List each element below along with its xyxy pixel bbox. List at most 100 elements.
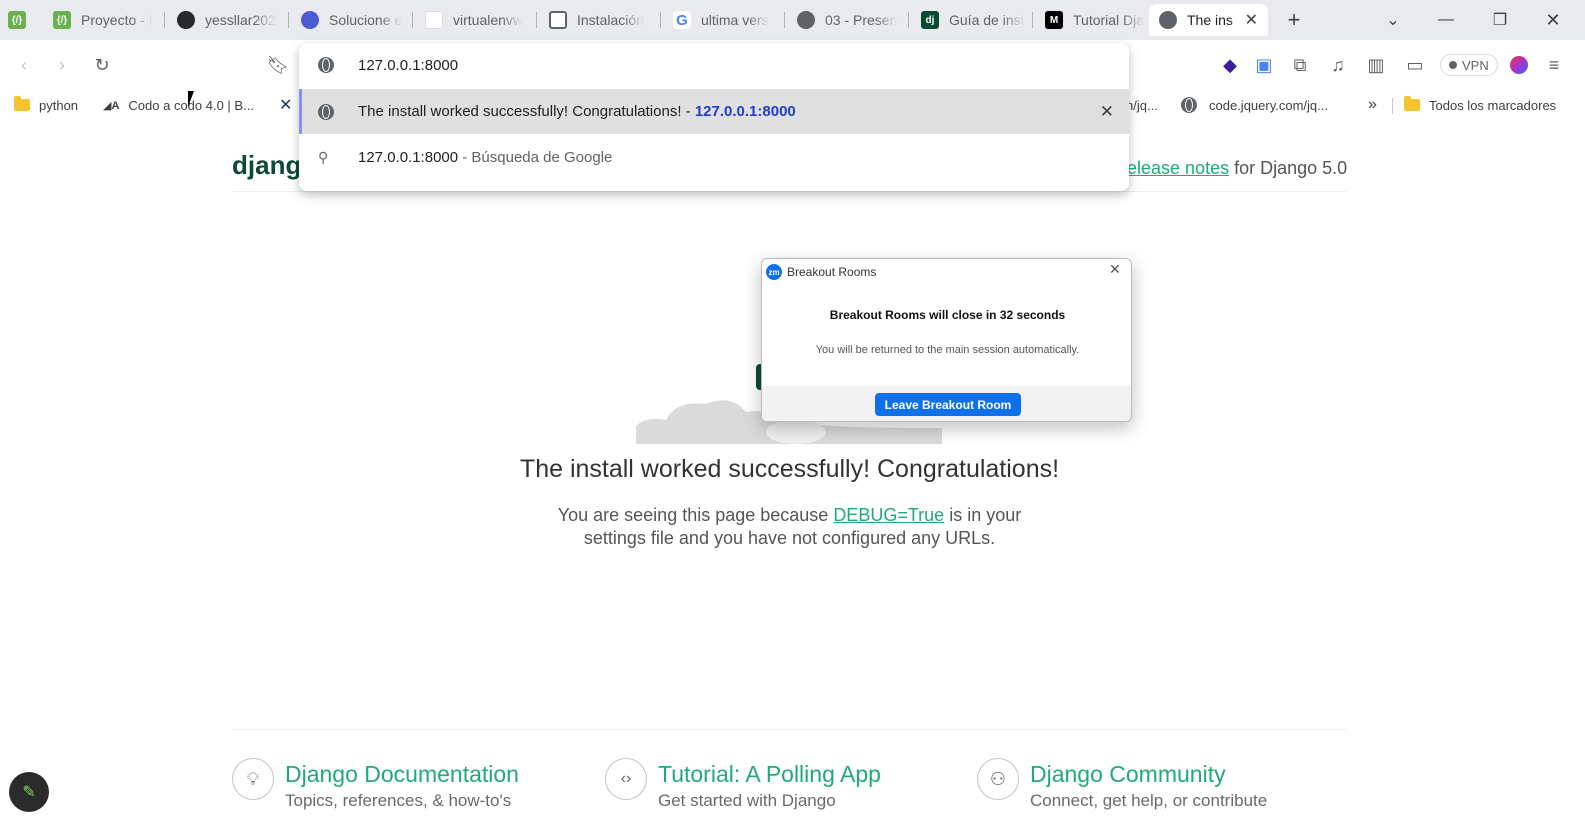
code-brackets-icon: ‹› [605, 758, 647, 800]
tab-google[interactable]: G ultima vers [663, 4, 785, 36]
body-text: You are seeing this page because [557, 505, 834, 525]
bookmark-jq[interactable]: n/jq... [1126, 95, 1158, 115]
wallet-icon[interactable]: ▭ [1401, 51, 1429, 79]
tab-title: Tutorial Dja [1073, 12, 1145, 28]
extension-diamond-icon[interactable]: ◆ [1216, 51, 1244, 79]
bookmark-label: code.jquery.com/jq... [1209, 97, 1328, 113]
tab-strip: {/} {/} Proyecto - I yessllar202 Solucio… [0, 0, 1585, 40]
bookmark-x-icon[interactable]: ✕ [279, 95, 292, 115]
extensions-icon[interactable]: ⧉ [1286, 51, 1314, 79]
tab-guia[interactable]: dj Guía de inst [911, 4, 1033, 36]
code-bracket-icon: {/} [8, 11, 26, 29]
close-tab-icon[interactable]: ✕ [1245, 10, 1258, 30]
card-title[interactable]: Django Documentation [285, 758, 519, 790]
suggestion-url: 127.0.0.1:8000 [694, 103, 796, 120]
folder-icon [14, 96, 30, 111]
globe-icon [318, 103, 334, 120]
restore-button[interactable]: ❐ [1480, 6, 1520, 34]
new-tab-button[interactable]: + [1274, 6, 1314, 34]
card-title[interactable]: Django Community [1030, 758, 1267, 790]
globe-icon [797, 11, 815, 29]
close-window-button[interactable]: ✕ [1533, 6, 1573, 34]
back-icon[interactable]: ‹ [10, 51, 38, 79]
translate-icon[interactable]: ▣ [1250, 51, 1278, 79]
leave-breakout-room-button[interactable]: Leave Breakout Room [875, 393, 1021, 416]
search-query: 127.0.0.1:8000 [358, 148, 459, 166]
tab-title: Solucione e [329, 12, 403, 28]
tab-title: yessllar202 [205, 12, 276, 28]
bookmark-jquery[interactable]: code.jquery.com/jq... [1181, 95, 1328, 115]
tab-instalacion[interactable]: Instalación [539, 4, 661, 36]
codo-icon: ◢A [103, 99, 120, 112]
close-icon[interactable]: ✕ [1109, 261, 1121, 278]
document-icon [549, 11, 567, 29]
breakout-rooms-dialog: zm Breakout Rooms ✕ Breakout Rooms will … [761, 258, 1132, 422]
people-icon: ⚇ [977, 758, 1019, 800]
sidebar-icon[interactable]: ▥ [1362, 51, 1390, 79]
bookmark-all[interactable]: Todos los marcadores [1404, 95, 1556, 115]
medium-icon: M [1045, 11, 1063, 29]
tab-pinned[interactable]: {/} [0, 4, 40, 36]
search-icon: ⚲ [318, 148, 329, 165]
more-bookmarks-icon[interactable]: » [1368, 95, 1377, 115]
bookmark-codo[interactable]: ◢A Codo a codo 4.0 | B... [103, 95, 254, 115]
bookmark-python[interactable]: python [14, 95, 78, 115]
tab-virtualenv[interactable]: virtualenvw [415, 4, 537, 36]
tab-proyecto[interactable]: {/} Proyecto - I [43, 4, 165, 36]
vpn-status-icon [1449, 61, 1457, 69]
pencil-icon[interactable]: ✎ [9, 772, 49, 812]
tab-github[interactable]: yessllar202 [167, 4, 289, 36]
card-subtitle: Get started with Django [658, 791, 836, 810]
globe-icon [1159, 11, 1177, 29]
tab-presentacion[interactable]: 03 - Presen [787, 4, 909, 36]
body-text: settings file and you have not configure… [583, 528, 996, 548]
code-bracket-icon: {/} [53, 11, 71, 29]
success-body: You are seeing this page because DEBUG=T… [233, 504, 1346, 550]
tab-title: The ins [1187, 12, 1233, 28]
gear-badge-icon [301, 11, 319, 29]
suggestion-search[interactable]: ⚲ 127.0.0.1:8000 - Búsqueda de Google [299, 135, 1129, 179]
suggestion-separator: - [681, 103, 695, 120]
profile-avatar[interactable] [1510, 56, 1528, 74]
blank-page-icon [425, 11, 443, 29]
address-input[interactable]: 127.0.0.1:8000 [358, 57, 458, 74]
search-suffix: - Búsqueda de Google [458, 148, 613, 166]
release-notes-link[interactable]: elease notes [1127, 158, 1229, 178]
tab-search-chevron-icon[interactable]: ⌄ [1373, 6, 1413, 34]
bookmark-label: Todos los marcadores [1429, 97, 1557, 113]
folder-icon [1404, 96, 1420, 111]
bookmark-divider [1392, 98, 1393, 114]
tab-solucione[interactable]: Solucione e [291, 4, 413, 36]
django-icon: dj [921, 11, 939, 29]
tab-tutorial[interactable]: M Tutorial Dja [1035, 4, 1147, 36]
card-documentation[interactable]: 💡︎ Django Documentation Topics, referenc… [232, 758, 519, 812]
minimize-button[interactable]: — [1426, 6, 1466, 34]
reload-icon[interactable]: ↻ [88, 51, 116, 79]
bookmark-icon[interactable]: 🔖︎ [264, 51, 292, 79]
globe-icon [1181, 97, 1197, 113]
forward-icon[interactable]: › [48, 51, 76, 79]
django-logo[interactable]: djang [232, 150, 301, 181]
card-subtitle: Connect, get help, or contribute [1030, 791, 1268, 810]
card-title[interactable]: Tutorial: A Polling App [658, 758, 881, 790]
bookmark-label: n/jq... [1126, 97, 1158, 113]
suggestion-history[interactable]: The install worked successfully! Congrat… [299, 89, 1129, 134]
menu-icon[interactable]: ≡ [1540, 51, 1568, 79]
globe-icon [318, 57, 334, 73]
tab-active[interactable]: The ins ✕ [1149, 4, 1268, 36]
dialog-title: Breakout Rooms [787, 265, 877, 279]
address-input-row[interactable]: 127.0.0.1:8000 [299, 43, 1129, 87]
card-community[interactable]: ⚇ Django Community Connect, get help, or… [977, 758, 1267, 812]
debug-link[interactable]: DEBUG=True [833, 505, 944, 525]
remove-suggestion-icon[interactable]: ✕ [1100, 102, 1114, 122]
countdown-heading: Breakout Rooms will close in 32 seconds [829, 308, 1066, 322]
header-divider [233, 191, 1346, 192]
vpn-button[interactable]: VPN [1440, 54, 1498, 76]
card-tutorial[interactable]: ‹› Tutorial: A Polling App Get started w… [605, 758, 881, 812]
omnibox-dropdown: 127.0.0.1:8000 The install worked succes… [299, 43, 1129, 191]
tab-title: Guía de inst [949, 12, 1025, 28]
music-icon[interactable]: ♫ [1324, 51, 1352, 79]
tab-title: Proyecto - I [81, 12, 153, 28]
body-text: is in your [944, 505, 1022, 525]
footer-divider [233, 729, 1346, 730]
